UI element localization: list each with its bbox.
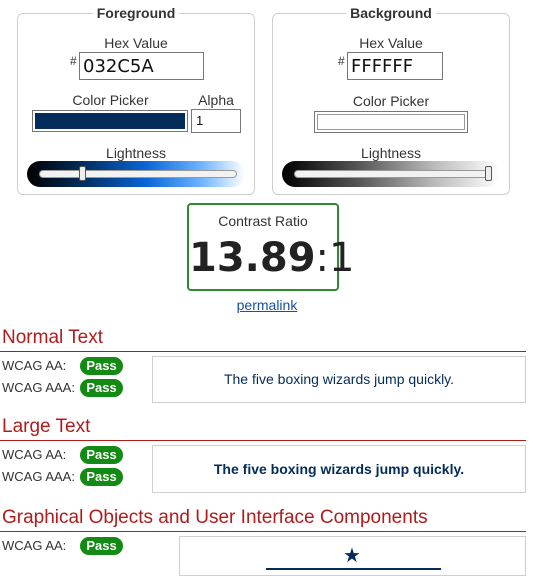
fg-alpha-label: Alpha <box>198 92 234 108</box>
bg-color-picker[interactable] <box>314 111 468 133</box>
large-aa-label: WCAG AA: <box>2 447 67 462</box>
bg-color-swatch <box>317 114 465 130</box>
graphical-objects-divider <box>0 531 526 532</box>
foreground-title: Foreground <box>92 5 180 21</box>
fg-color-swatch <box>35 113 185 129</box>
bg-lightness-thumb[interactable] <box>485 166 492 181</box>
background-panel: Background Hex Value # FFFFFF Color Pick… <box>272 5 510 195</box>
background-title: Background <box>346 5 436 21</box>
normal-text-heading: Normal Text <box>2 327 104 348</box>
bg-hex-label: Hex Value <box>359 35 423 51</box>
bg-lightness-track <box>294 170 492 178</box>
contrast-ratio-title: Contrast Ratio <box>218 213 308 229</box>
star-icon: ★ <box>343 545 361 567</box>
graphical-sample-box: ★ <box>179 536 526 576</box>
foreground-panel: Foreground Hex Value # 032C5A Color Pick… <box>17 5 255 195</box>
large-text-sample: The five boxing wizards jump quickly. <box>152 445 526 493</box>
normal-text-sample: The five boxing wizards jump quickly. <box>152 356 526 403</box>
fg-hash: # <box>70 54 77 68</box>
bg-lightness-label: Lightness <box>361 145 421 161</box>
bg-hash: # <box>338 54 345 68</box>
fg-hex-input[interactable]: 032C5A <box>79 52 204 80</box>
graphical-aa-label: WCAG AA: <box>2 538 67 553</box>
fg-hex-label: Hex Value <box>104 35 168 51</box>
normal-aaa-label: WCAG AAA: <box>2 380 75 395</box>
normal-aaa-pass-badge: Pass <box>80 379 123 397</box>
bg-color-picker-label: Color Picker <box>352 93 430 109</box>
fg-lightness-label: Lightness <box>106 145 166 161</box>
large-aaa-pass-badge: Pass <box>80 468 123 486</box>
graphical-aa-pass-badge: Pass <box>80 537 123 555</box>
large-aaa-label: WCAG AAA: <box>2 469 75 484</box>
fg-lightness-track <box>39 170 237 178</box>
ratio-main: 13.89 <box>189 235 316 281</box>
large-text-divider <box>0 440 526 441</box>
fg-alpha-input[interactable]: 1 <box>191 109 241 133</box>
fg-color-picker[interactable] <box>32 110 188 132</box>
contrast-ratio-box: Contrast Ratio 13.89:1 <box>187 203 354 291</box>
large-aa-pass-badge: Pass <box>80 446 123 464</box>
large-text-heading: Large Text <box>2 416 91 437</box>
normal-aa-pass-badge: Pass <box>80 357 123 375</box>
bg-hex-input[interactable]: FFFFFF <box>347 52 443 80</box>
fg-lightness-slider[interactable] <box>27 161 245 187</box>
normal-aa-label: WCAG AA: <box>2 358 67 373</box>
permalink-link[interactable]: permalink <box>0 297 534 313</box>
contrast-ratio-value: 13.89:1 <box>189 233 354 283</box>
ratio-tail: 1 <box>329 235 355 281</box>
fg-lightness-thumb[interactable] <box>79 166 87 181</box>
normal-text-divider <box>0 351 526 352</box>
fg-color-picker-label: Color Picker <box>72 92 149 108</box>
graphical-objects-heading: Graphical Objects and User Interface Com… <box>2 507 428 528</box>
ratio-separator: : <box>315 235 330 281</box>
bg-lightness-slider[interactable] <box>282 161 500 187</box>
